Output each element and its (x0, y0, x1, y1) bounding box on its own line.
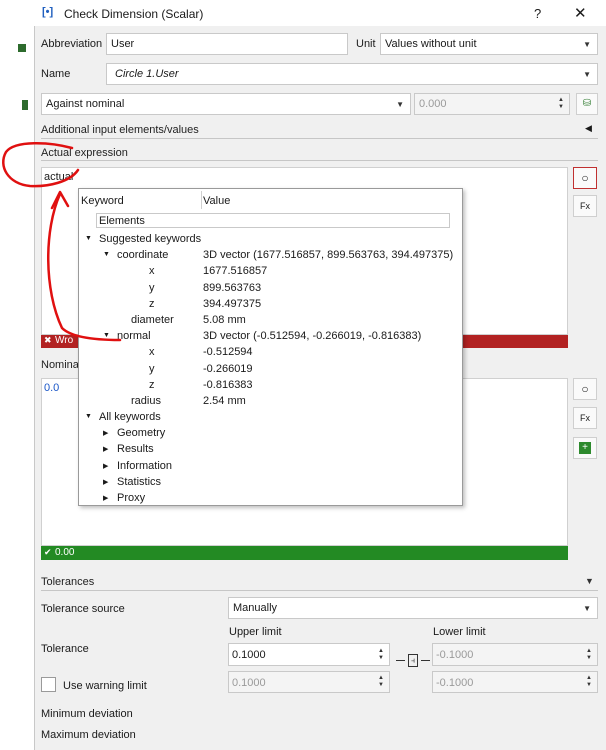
keyword-name: Information (117, 459, 173, 472)
keyword-value: 394.497375 (203, 297, 262, 310)
window-title: Check Dimension (Scalar) (64, 7, 204, 21)
spin-buttons[interactable]: ▲ ▼ (377, 648, 385, 662)
add-icon[interactable]: + (573, 437, 597, 459)
warning-upper-input[interactable]: 0.1000 ▲ ▼ (228, 671, 390, 693)
nominal-number-input[interactable]: 0.000 ▲ ▼ (414, 93, 570, 115)
background-marker (18, 44, 26, 52)
annotation-overlay (2, 141, 122, 342)
keyword-name: radius (131, 394, 161, 407)
keyword-value: 899.563763 (203, 281, 262, 294)
divider (41, 590, 598, 591)
tolerance-label: Tolerance (41, 643, 89, 655)
value-column-header[interactable]: Value (203, 195, 230, 207)
chevron-down-icon: ▼ (583, 40, 591, 49)
tolerance-source-label: Tolerance source (41, 603, 125, 615)
spin-buttons[interactable]: ▲ ▼ (585, 675, 593, 689)
upper-limit-input[interactable]: 0.1000 ▲ ▼ (228, 643, 390, 666)
warning-limit-checkbox[interactable] (41, 677, 56, 692)
abbreviation-label: Abbreviation (41, 38, 103, 50)
column-divider (201, 191, 202, 209)
help-button[interactable]: ? (534, 6, 541, 21)
fx-button[interactable]: Fx (573, 407, 597, 429)
keyword-value: 1677.516857 (203, 265, 268, 278)
nominal-label: Nomina (41, 359, 79, 371)
tolerances-label[interactable]: Tolerances (41, 576, 94, 588)
spin-buttons[interactable]: ▲ ▼ (585, 648, 593, 662)
keyword-row[interactable]: ▶ Results (79, 442, 462, 458)
circle-select-button[interactable]: ○ (573, 378, 597, 400)
spin-buttons[interactable]: ▲ ▼ (377, 675, 385, 689)
keyword-row[interactable]: ▶ Geometry (79, 426, 462, 442)
keyword-row[interactable]: ▶ Information (79, 459, 462, 475)
keyword-value: 5.08 mm (203, 313, 246, 326)
collapsed-arrow-icon[interactable]: ▶ (103, 478, 108, 486)
abbreviation-input[interactable]: User (106, 33, 348, 55)
keyword-value: -0.816383 (203, 378, 253, 391)
unit-dropdown[interactable]: Values without unit ▼ (380, 33, 598, 55)
lower-limit-input[interactable]: -0.1000 ▲ ▼ (432, 643, 598, 666)
keyword-row[interactable]: ▶ Proxy (79, 491, 462, 507)
background-marker (22, 100, 28, 110)
collapse-left-icon[interactable]: ◀ (585, 123, 592, 134)
divider (41, 138, 598, 139)
close-button[interactable]: ✕ (574, 4, 587, 22)
keyword-row[interactable]: y -0.266019 (79, 362, 462, 378)
link-symmetric-icon[interactable]: ⫞ (396, 654, 432, 668)
minimum-deviation-label: Minimum deviation (41, 708, 133, 720)
unit-label: Unit (356, 38, 376, 50)
ok-status-bar: ✔ 0.00 (41, 546, 568, 560)
lower-limit-label: Lower limit (433, 626, 486, 638)
chevron-down-icon: ▼ (583, 604, 591, 613)
maximum-deviation-label: Maximum deviation (41, 729, 136, 741)
title-bar: [•] Check Dimension (Scalar) ? ✕ (34, 0, 606, 26)
name-label: Name (41, 68, 71, 80)
keyword-name: Statistics (117, 475, 162, 488)
keyword-value: 2.54 mm (203, 394, 246, 407)
name-dropdown[interactable]: Circle 1.User ▼ (106, 63, 598, 85)
keyword-value: -0.512594 (203, 346, 253, 359)
keyword-name: Proxy (117, 492, 146, 504)
chevron-down-icon: ▼ (583, 70, 591, 79)
keyword-name: Geometry (117, 427, 166, 440)
keyword-row[interactable]: ▼ All keywords (79, 410, 462, 426)
check-icon: ✔ (44, 547, 52, 557)
keyword-value: 3D vector (1677.516857, 899.563763, 394.… (203, 249, 454, 262)
spin-buttons[interactable]: ▲ ▼ (557, 97, 565, 111)
keyword-name: All keywords (99, 411, 161, 424)
expanded-arrow-icon[interactable]: ▼ (85, 413, 92, 420)
keyword-value: -0.266019 (203, 362, 253, 375)
warning-lower-input[interactable]: -0.1000 ▲ ▼ (432, 671, 598, 693)
additional-section-label[interactable]: Additional input elements/values (41, 124, 199, 136)
warning-limit-label: Use warning limit (63, 680, 147, 692)
background-app (0, 0, 34, 750)
collapsed-arrow-icon[interactable]: ▶ (103, 445, 108, 453)
keyword-value: 3D vector (-0.512594, -0.266019, -0.8163… (203, 330, 422, 343)
collapsed-arrow-icon[interactable]: ▶ (103, 429, 108, 437)
keyword-row[interactable]: radius 2.54 mm (79, 394, 462, 410)
upper-limit-label: Upper limit (229, 626, 282, 638)
fx-button[interactable]: Fx (573, 195, 597, 217)
collapsed-arrow-icon[interactable]: ▶ (103, 494, 108, 502)
keyword-name: Results (117, 443, 154, 456)
keyword-name: z (149, 378, 155, 391)
mode-dropdown[interactable]: Against nominal ▼ (41, 93, 411, 115)
keyword-row[interactable]: ▶ Statistics (79, 475, 462, 491)
tolerance-source-dropdown[interactable]: Manually ▼ (228, 597, 598, 619)
chevron-down-icon: ▼ (396, 100, 404, 109)
collapsed-arrow-icon[interactable]: ▶ (103, 462, 108, 470)
circle-select-button[interactable]: ○ (573, 167, 597, 189)
lock-icon[interactable]: ⛁ (576, 93, 598, 115)
keyword-row[interactable]: z -0.816383 (79, 378, 462, 394)
keyword-name: y (149, 362, 155, 375)
app-icon: [•] (42, 6, 54, 18)
collapse-down-icon[interactable]: ▼ (585, 576, 594, 586)
